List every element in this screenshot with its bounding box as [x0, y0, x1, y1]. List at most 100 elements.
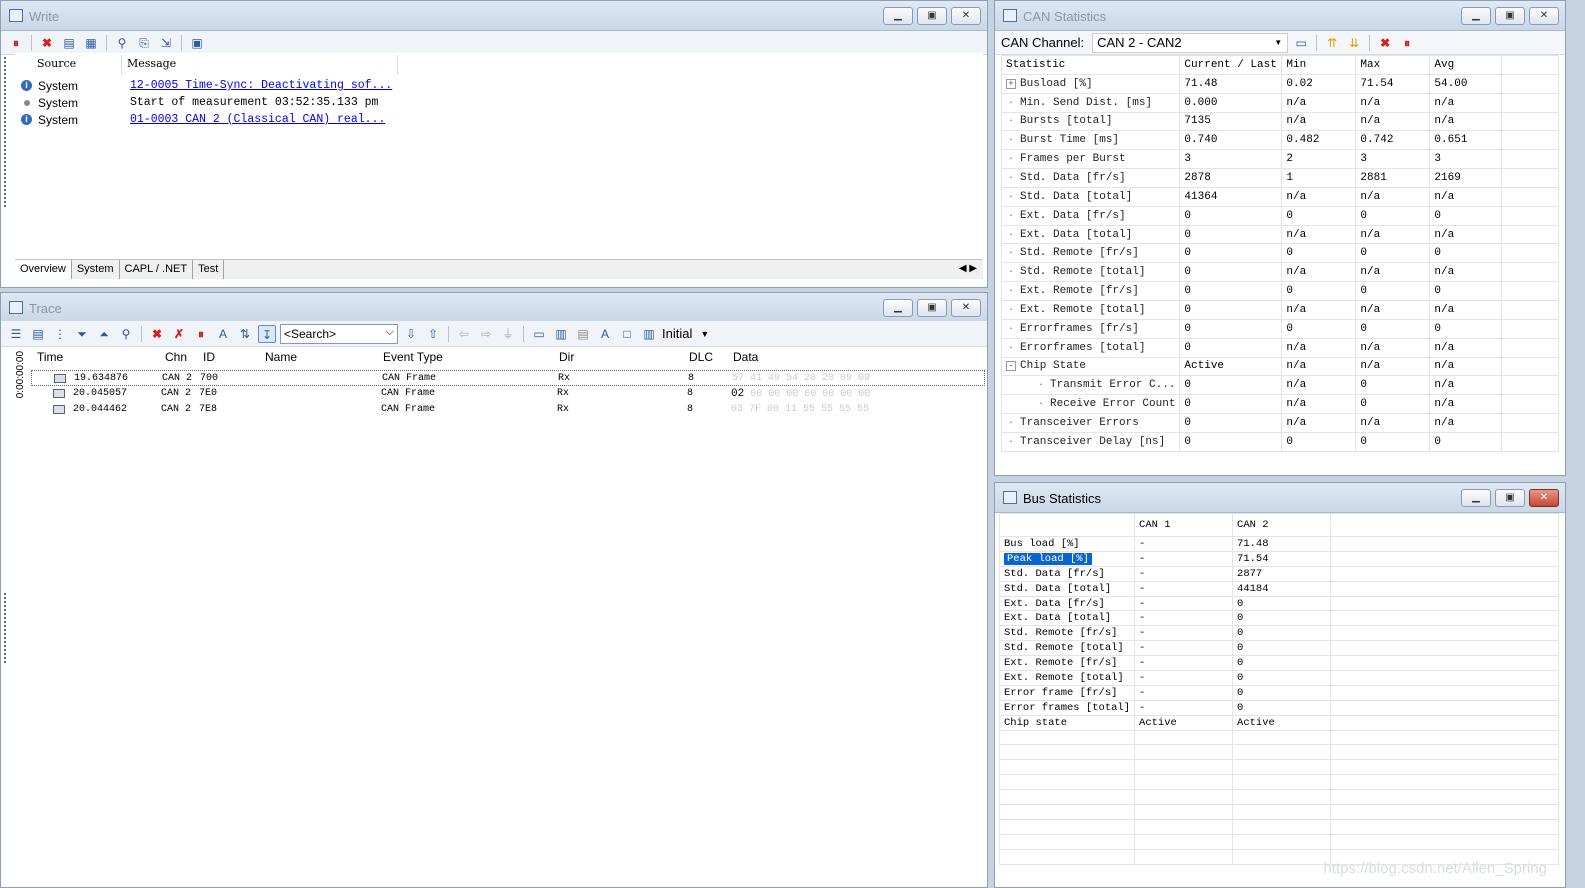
column-header-dir[interactable]: Dir [559, 350, 574, 364]
table-row[interactable]: Std. Data [total] -44184 [998, 580, 1559, 597]
table-row[interactable]: · Receive Error Count 0 n/a 0 n/a [1000, 394, 1559, 415]
export-icon[interactable]: ⇲ [157, 34, 175, 52]
find-icon[interactable]: ⚲ [113, 34, 131, 52]
color-icon[interactable]: □ [618, 325, 636, 343]
message-link[interactable]: 01-0003 CAN 2 (Classical CAN) real... [130, 113, 385, 126]
tab-capl-net[interactable]: CAPL / .NET [120, 260, 194, 279]
table-row[interactable]: · Std. Data [fr/s] 2878 1 2881 2169 [1000, 168, 1559, 188]
table-row[interactable]: · Min. Send Dist. [ms] 0.000 n/a n/a n/a [1000, 92, 1559, 113]
filter-icon[interactable]: ⏷ [73, 325, 91, 343]
fixed-position-icon[interactable]: ▤ [29, 325, 47, 343]
table-row[interactable]: - Chip State Active n/a n/a n/a [1000, 356, 1559, 377]
close-button[interactable]: ✕ [951, 7, 981, 25]
table-row[interactable]: Peak load [%] -71.54 [998, 550, 1559, 567]
column-header[interactable] [998, 513, 1136, 537]
search-next-icon[interactable]: ⇩ [402, 325, 420, 343]
can-statistics-titlebar[interactable]: CAN Statistics ▁ ▣ ✕ [995, 1, 1565, 31]
maximize-button[interactable]: ▣ [1495, 489, 1525, 507]
column-header-source[interactable]: Source [37, 57, 76, 70]
clear-page-icon[interactable]: ▤ [60, 34, 78, 52]
maximize-button[interactable]: ▣ [917, 299, 947, 317]
reset-icon[interactable]: ✖ [1376, 34, 1394, 52]
table-row[interactable]: · Ext. Data [total] 0 n/a n/a n/a [1000, 224, 1559, 245]
grid-icon[interactable]: ▤ [574, 325, 592, 343]
chevron-down-icon[interactable]: ▼ [700, 329, 709, 339]
list-item[interactable]: System Start of measurement 03:52:35.133 … [21, 94, 378, 111]
tab-scroll-icon[interactable]: ◀ ▶ [959, 263, 977, 274]
window-layout-icon[interactable]: ▭ [530, 325, 548, 343]
table-row[interactable]: Error frame [fr/s] -0 [998, 684, 1559, 701]
column-header-event-type[interactable]: Event Type [383, 350, 443, 364]
minimize-button[interactable]: ▁ [883, 7, 913, 25]
table-row[interactable]: Std. Data [fr/s] -2877 [998, 565, 1559, 582]
table-row[interactable]: · Ext. Data [fr/s] 0 0 0 0 [1000, 205, 1559, 226]
write-titlebar[interactable]: Write ▁ ▣ ✕ [1, 1, 987, 31]
tab-system[interactable]: System [72, 260, 120, 279]
table-row[interactable]: · Errorframes [fr/s] 0 0 0 0 [1000, 318, 1559, 339]
table-row[interactable]: Error frames [total] -0 [998, 699, 1559, 716]
find-icon[interactable]: ⚲ [117, 325, 135, 343]
layout-dropdown[interactable]: Initial [662, 326, 692, 341]
folder-icon[interactable]: ▭ [1292, 34, 1310, 52]
close-button[interactable]: ✕ [951, 299, 981, 317]
table-row[interactable]: 20.045057 CAN 2 7E0 CAN Frame Rx 8 02 00 00 00 … [31, 386, 985, 402]
sort-icon[interactable]: ⇅ [236, 325, 254, 343]
table-row[interactable]: · Ext. Remote [fr/s] 0 0 0 0 [1000, 281, 1559, 301]
chronological-icon[interactable]: ☰ [7, 325, 25, 343]
table-row[interactable]: Std. Remote [total] -0 [998, 640, 1559, 657]
expand-all-icon[interactable]: ⇈ [1323, 34, 1341, 52]
table-row[interactable]: · Errorframes [total] 0 n/a n/a n/a [1000, 337, 1559, 358]
message-link[interactable]: 12-0005 Time-Sync: Deactivating sof... [130, 79, 392, 92]
table-row[interactable]: · Transceiver Errors 0 n/a n/a n/a [1000, 413, 1559, 433]
delete-page-icon[interactable]: ▦ [82, 34, 100, 52]
back-icon[interactable]: ⇦ [455, 325, 473, 343]
tab-test[interactable]: Test [193, 260, 225, 279]
column-header-id[interactable]: ID [203, 350, 215, 364]
table-row[interactable]: Chip state Active Active [998, 714, 1559, 731]
column-header[interactable]: Min [1281, 55, 1357, 75]
marker-icon[interactable]: ⏚ [499, 325, 517, 343]
list-item[interactable]: i System 01-0003 CAN 2 (Classical CAN) rea… [21, 111, 385, 128]
table-row[interactable]: Ext. Data [total] -0 [998, 610, 1559, 627]
list-item[interactable]: i System 12-0005 Time-Sync: Deactivating s… [21, 77, 392, 94]
tab-overview[interactable]: Overview [15, 260, 72, 279]
clear-filter-icon[interactable]: ✗ [170, 325, 188, 343]
search-input[interactable]: <Search> [280, 323, 398, 344]
search-prev-icon[interactable]: ⇧ [424, 325, 442, 343]
filter-clear-icon[interactable]: ⏶ [95, 325, 113, 343]
options-icon[interactable]: ▣ [188, 34, 206, 52]
column-header[interactable]: CAN 1 [1134, 513, 1234, 537]
table-row[interactable]: Ext. Remote [total] -0 [998, 670, 1559, 686]
trigger-icon[interactable]: A [214, 325, 232, 343]
pause-icon[interactable]: ⏸ [1398, 34, 1416, 52]
table-row[interactable]: Ext. Data [fr/s] -0 [998, 595, 1559, 612]
column-header[interactable]: Statistic [1000, 55, 1181, 75]
minimize-button[interactable]: ▁ [883, 299, 913, 317]
column-header-data[interactable]: Data [733, 350, 758, 364]
column-header[interactable]: Current / Last [1179, 55, 1283, 75]
column-header-time[interactable]: Time [37, 350, 63, 364]
table-row[interactable]: · Std. Remote [fr/s] 0 0 0 0 [1000, 243, 1559, 264]
copy-icon[interactable]: ⎘ [135, 34, 153, 52]
autoscroll-icon[interactable]: ↧ [258, 324, 276, 343]
table-row[interactable]: 20.044462 CAN 2 7E8 CAN Frame Rx 8 03 7F 00 11… [31, 402, 985, 418]
close-button[interactable]: ✕ [1529, 7, 1559, 25]
expand-toggle-icon[interactable]: + [1006, 78, 1016, 89]
column-header[interactable]: Max [1355, 55, 1431, 75]
can-channel-select[interactable]: CAN 2 - CAN2 ▼ [1092, 32, 1289, 53]
table-row[interactable]: Bus load [%] -71.48 [998, 536, 1559, 552]
columns-icon[interactable]: ▥ [552, 325, 570, 343]
table-row[interactable]: · Bursts [total] 7135 n/a n/a n/a [1000, 111, 1559, 132]
forward-icon[interactable]: ⇨ [477, 325, 495, 343]
maximize-button[interactable]: ▣ [1495, 7, 1525, 25]
table-row[interactable]: + Busload [%] 71.48 0.02 71.54 54.00 [1000, 73, 1559, 94]
close-button[interactable]: ✕ [1529, 489, 1559, 507]
table-row[interactable]: 19.634876 CAN 2 700 CAN Frame Rx 8 57 41 49 54… [31, 370, 985, 386]
table-row[interactable]: · Ext. Remote [total] 0 n/a n/a n/a [1000, 299, 1559, 320]
minimize-button[interactable]: ▁ [1461, 489, 1491, 507]
column-header[interactable]: Avg [1429, 55, 1503, 75]
table-row[interactable]: · Frames per Burst 3 2 3 3 [1000, 149, 1559, 170]
font-icon[interactable]: A [596, 325, 614, 343]
trace-titlebar[interactable]: Trace ▁ ▣ ✕ [1, 293, 987, 323]
column-header-message[interactable]: Message [127, 57, 176, 70]
